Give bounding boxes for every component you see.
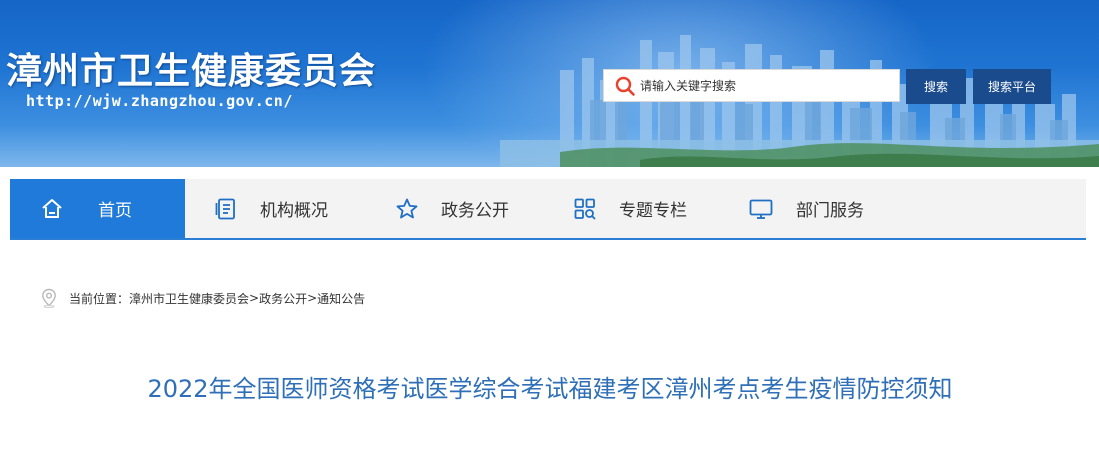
breadcrumb-prefix: 当前位置：: [69, 291, 130, 306]
monitor-icon: [749, 199, 773, 219]
breadcrumb-separator: >: [307, 291, 318, 305]
document-list-icon: [215, 198, 235, 219]
nav-label-about: 机构概况: [260, 201, 328, 221]
search-icon: [615, 76, 635, 96]
breadcrumb-link-gov-affairs[interactable]: 政务公开: [259, 290, 307, 307]
nav-item-home[interactable]: 首页: [10, 179, 185, 238]
breadcrumb-link-home[interactable]: 漳州市卫生健康委员会: [129, 290, 249, 307]
nav-item-about[interactable]: 机构概况: [214, 179, 364, 238]
breadcrumb-link-notices[interactable]: 通知公告: [317, 290, 365, 307]
home-icon: [42, 198, 62, 218]
site-url: http://wjw.zhangzhou.gov.cn/: [26, 92, 293, 110]
nav-label-gov-affairs: 政务公开: [441, 201, 509, 221]
breadcrumb: 当前位置： 漳州市卫生健康委员会 > 政务公开 > 通知公告: [41, 288, 365, 308]
search-button[interactable]: 搜索: [906, 69, 966, 104]
star-icon: [396, 198, 418, 218]
nav-item-services[interactable]: 部门服务: [748, 179, 908, 238]
article-title: 2022年全国医师资格考试医学综合考试福建考区漳州考点考生疫情防控须知: [147, 375, 953, 403]
site-title: 漳州市卫生健康委员会: [6, 51, 377, 92]
header-banner: 漳州市卫生健康委员会 http://wjw.zhangzhou.gov.cn/ …: [0, 0, 1099, 167]
nav-item-topics[interactable]: 专题专栏: [573, 179, 723, 238]
search-platform-button[interactable]: 搜索平台: [973, 69, 1051, 104]
main-nav: 首页 机构概况 政务公开 专题专栏 部门服务: [10, 179, 1086, 240]
search-input[interactable]: [640, 70, 899, 101]
grid-search-icon: [574, 198, 596, 219]
nav-label-services: 部门服务: [796, 201, 864, 221]
nav-item-gov-affairs[interactable]: 政务公开: [395, 179, 545, 238]
nav-label-home: 首页: [98, 201, 132, 221]
location-pin-icon: [42, 288, 56, 308]
nav-label-topics: 专题专栏: [619, 201, 687, 221]
search-box: [603, 69, 900, 102]
breadcrumb-separator: >: [249, 291, 260, 305]
